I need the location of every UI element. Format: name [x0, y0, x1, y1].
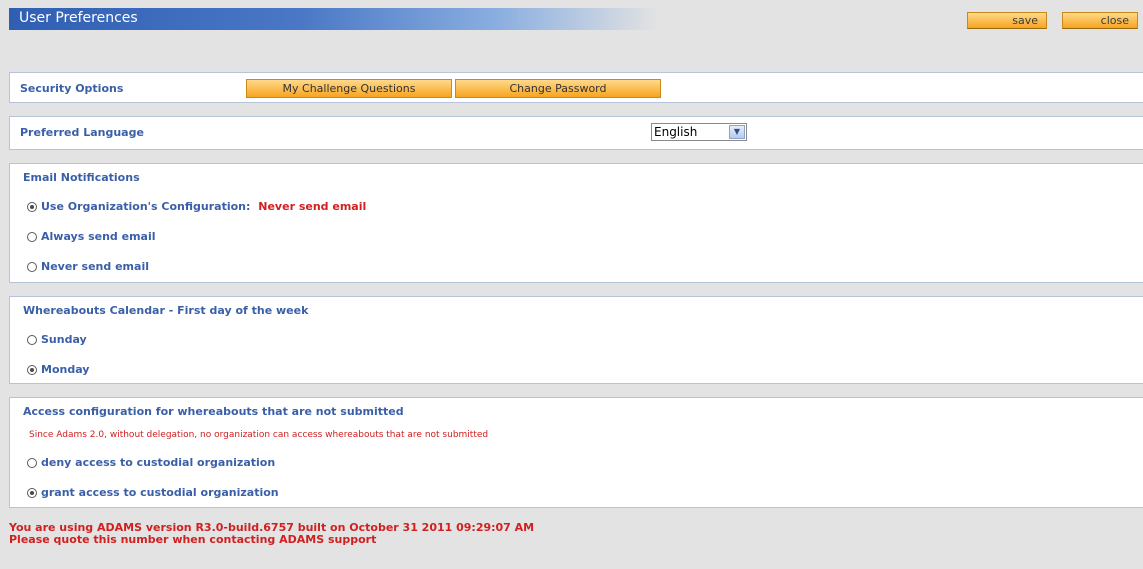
- language-section: [9, 116, 1143, 150]
- calendar-option-sunday[interactable]: Sunday: [27, 333, 87, 346]
- email-notifications-section: [9, 163, 1143, 283]
- calendar-option-monday[interactable]: Monday: [27, 363, 89, 376]
- email-option-label: Never send email: [41, 260, 149, 273]
- email-option-label: Always send email: [41, 230, 156, 243]
- email-notifications-label: Email Notifications: [23, 171, 140, 184]
- language-label: Preferred Language: [20, 126, 144, 139]
- calendar-option-label: Sunday: [41, 333, 87, 346]
- close-button[interactable]: close: [1062, 12, 1138, 29]
- calendar-option-label: Monday: [41, 363, 90, 376]
- email-option-label: Use Organization's Configuration:: [41, 200, 251, 213]
- change-password-button[interactable]: Change Password: [455, 79, 661, 98]
- language-select[interactable]: English ▼: [651, 123, 747, 141]
- radio-checked-icon[interactable]: [27, 488, 37, 498]
- radio-unchecked-icon[interactable]: [27, 458, 37, 468]
- challenge-questions-button[interactable]: My Challenge Questions: [246, 79, 452, 98]
- access-option-label: deny access to custodial organization: [41, 456, 276, 469]
- radio-checked-icon[interactable]: [27, 365, 37, 375]
- calendar-label: Whereabouts Calendar - First day of the …: [23, 304, 309, 317]
- org-config-value: Never send email: [258, 200, 367, 213]
- page-title: User Preferences: [9, 8, 659, 30]
- language-selected-value: English: [654, 125, 698, 139]
- email-option-never[interactable]: Never send email: [27, 260, 149, 273]
- radio-unchecked-icon[interactable]: [27, 335, 37, 345]
- security-options-label: Security Options: [20, 82, 124, 95]
- radio-unchecked-icon[interactable]: [27, 262, 37, 272]
- access-note: Since Adams 2.0, without delegation, no …: [29, 430, 489, 440]
- access-option-deny[interactable]: deny access to custodial organization: [27, 456, 275, 469]
- radio-unchecked-icon[interactable]: [27, 232, 37, 242]
- save-button[interactable]: save: [967, 12, 1047, 29]
- email-option-always[interactable]: Always send email: [27, 230, 156, 243]
- radio-checked-icon[interactable]: [27, 202, 37, 212]
- access-option-grant[interactable]: grant access to custodial organization: [27, 486, 279, 499]
- access-label: Access configuration for whereabouts tha…: [23, 405, 404, 418]
- chevron-down-icon[interactable]: ▼: [729, 125, 745, 139]
- access-option-label: grant access to custodial organization: [41, 486, 279, 499]
- support-note: Please quote this number when contacting…: [9, 533, 377, 546]
- email-option-org-config[interactable]: Use Organization's Configuration: Never …: [27, 200, 366, 213]
